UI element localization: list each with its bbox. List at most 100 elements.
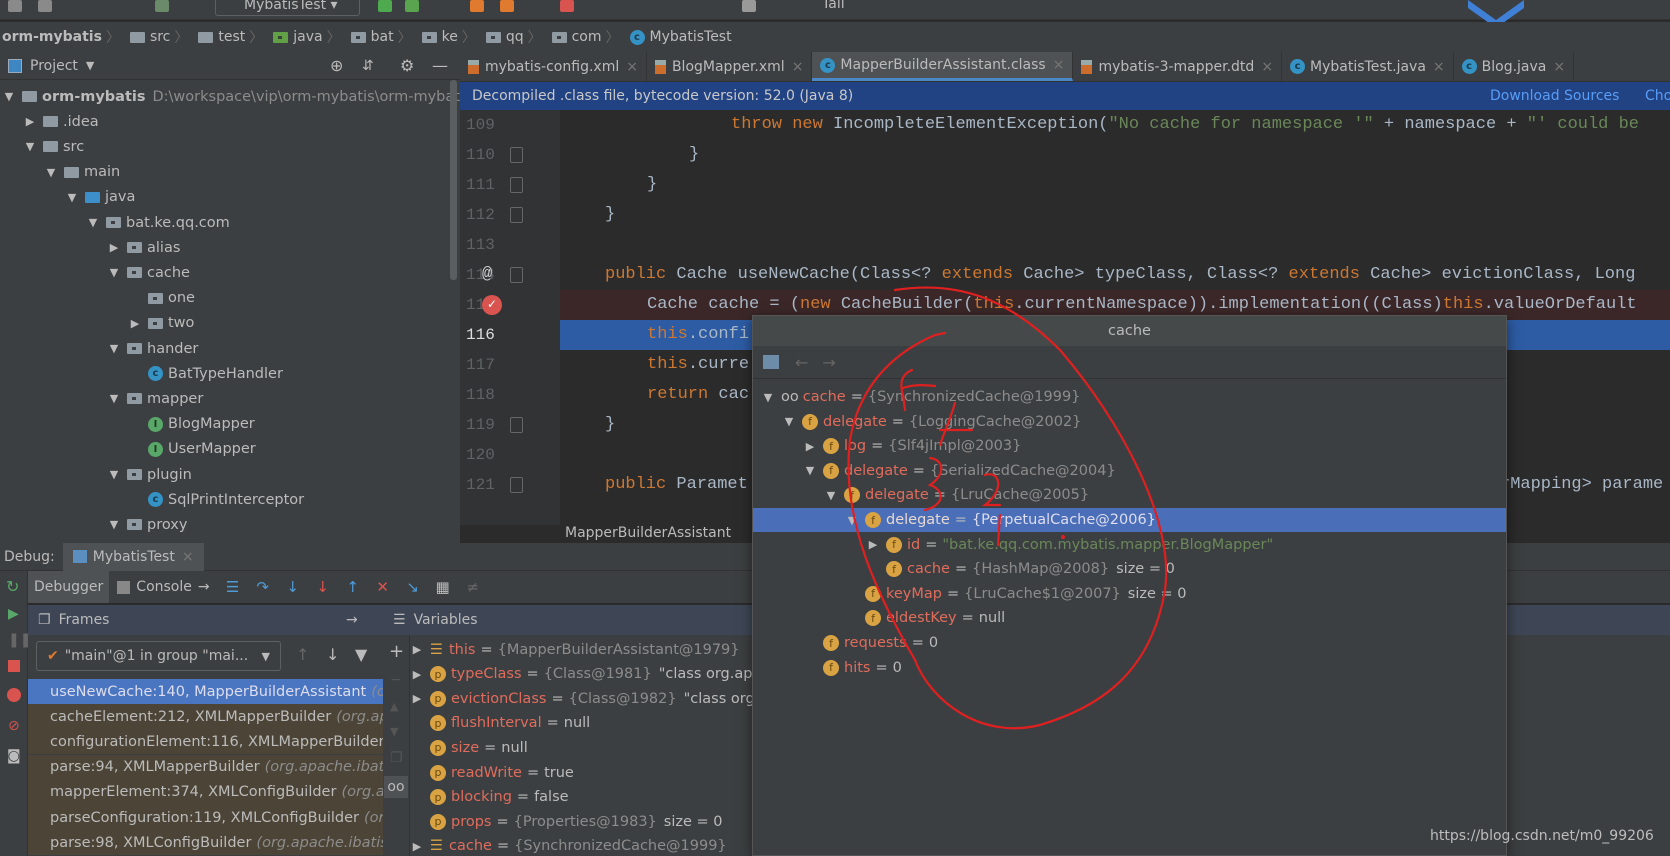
tab-blog-java[interactable]: c Blog.java ×	[1454, 52, 1575, 81]
variable-row[interactable]: p size = null	[410, 735, 528, 760]
minimize-icon[interactable]: —	[432, 56, 448, 75]
variable-row[interactable]: p blocking = false	[410, 785, 569, 810]
close-tab-icon[interactable]: ×	[1261, 59, 1273, 75]
expand-down-icon[interactable]: ▼	[107, 518, 121, 531]
save-icon[interactable]	[8, 0, 22, 12]
pause-icon[interactable]: ❚❚	[8, 632, 31, 648]
expand-down-icon[interactable]: ▼	[107, 266, 121, 279]
expand-right-icon[interactable]: ▶	[410, 840, 424, 853]
debug-icon[interactable]	[405, 0, 419, 12]
variable-row[interactable]: ▶ p evictionClass = {Class@1982} "class org.a…	[410, 686, 777, 711]
locate-icon[interactable]: ⊕	[330, 56, 343, 75]
filter-icon[interactable]: ▼	[355, 645, 367, 664]
variable-row[interactable]: ▶ ☰ this = {MapperBuilderAssistant@1979}	[410, 637, 740, 662]
variable-row[interactable]: ▶ ☰ cache = {SynchronizedCache@1999}	[410, 834, 727, 856]
close-tab-icon[interactable]: ×	[792, 59, 804, 75]
popup-tree-row[interactable]: f keyMap = {LruCache$1@2007} size = 0	[753, 582, 1506, 606]
add-watch-icon[interactable]: +	[389, 641, 404, 662]
expand-down-icon[interactable]: ▼	[65, 191, 79, 204]
stack-frame[interactable]: mapperElement:374, XMLConfigBuilder (org.…	[28, 779, 383, 805]
stack-frame[interactable]: parseConfiguration:119, XMLConfigBuilder…	[28, 805, 383, 830]
tail-label[interactable]: Tail	[822, 0, 845, 12]
fold-icon[interactable]	[510, 477, 523, 493]
breadcrumb-item[interactable]: c MybatisTest	[629, 29, 732, 45]
breadcrumb-item[interactable]: src 〉	[129, 27, 194, 47]
expand-down-icon[interactable]: ▼	[803, 464, 817, 477]
tree-item[interactable]: ▼ plugin	[107, 462, 192, 487]
tree-item[interactable]: ▼ orm-mybatis D:\workspace\vip\orm-mybatis…	[2, 84, 460, 109]
project-title[interactable]: Project	[30, 58, 78, 74]
inspect-icon[interactable]	[763, 355, 779, 369]
expand-right-icon[interactable]: ▶	[23, 115, 37, 128]
stop-icon[interactable]	[560, 0, 574, 12]
tree-scrollbar[interactable]	[450, 80, 457, 280]
thread-selector[interactable]: ✔ "main"@1 in group "mai... ▼	[36, 641, 281, 671]
search-icon[interactable]	[742, 0, 756, 12]
expand-down-icon[interactable]: ▼	[782, 415, 796, 428]
stack-frame[interactable]: parse:98, XMLConfigBuilder (org.apache.ib…	[28, 830, 383, 856]
run-icon[interactable]	[378, 0, 392, 12]
popup-tree-row[interactable]: ▼ oo cache = {SynchronizedCache@1999}	[753, 385, 1506, 409]
frame-down-icon[interactable]: ↓	[326, 645, 339, 664]
build-icon[interactable]	[155, 0, 169, 12]
popup-tree-row[interactable]: f hits = 0	[753, 656, 1506, 680]
pin-icon[interactable]: →	[198, 579, 210, 595]
popup-tree-row[interactable]: ▼ f delegate = {PerpetualCache@2006}	[753, 508, 1506, 532]
resume-icon[interactable]: ▶	[8, 606, 19, 622]
code-line[interactable]: 111}	[460, 170, 1670, 200]
breadcrumb-item[interactable]: test 〉	[198, 27, 269, 47]
show-execution-point-icon[interactable]: ☰	[222, 577, 244, 597]
expand-down-icon[interactable]: ▼	[44, 166, 58, 179]
stack-frame[interactable]: useNewCache:140, MapperBuilderAssistant(…	[28, 679, 383, 704]
tree-item[interactable]: I UserMapper	[128, 437, 256, 462]
tree-item[interactable]: c SqlPrintInterceptor	[128, 487, 304, 512]
stack-frame[interactable]: configurationElement:116, XMLMapperBuild…	[28, 729, 383, 755]
tree-item[interactable]: c BatTypeHandler	[128, 361, 283, 386]
close-tab-icon[interactable]: ×	[1053, 57, 1065, 73]
popup-title[interactable]: cache	[753, 316, 1506, 346]
forward-arrow-icon[interactable]: →	[822, 353, 835, 372]
override-marker-icon[interactable]: @	[482, 260, 492, 290]
variable-row[interactable]: p props = {Properties@1983} size = 0	[410, 809, 723, 834]
variable-row[interactable]: p flushInterval = null	[410, 711, 590, 736]
rerun-icon[interactable]: ↻	[6, 577, 21, 596]
expand-right-icon[interactable]: ▶	[866, 538, 880, 551]
tab-mapperbuilderassistant-class[interactable]: c MapperBuilderAssistant.class ×	[812, 52, 1074, 81]
fold-icon[interactable]	[510, 177, 523, 193]
tree-item[interactable]: one	[128, 286, 195, 311]
expand-down-icon[interactable]: ▼	[2, 90, 16, 103]
tab-mybatis-config-xml[interactable]: mybatis-config.xml ×	[460, 52, 647, 81]
editor-breadcrumb-item[interactable]: MapperBuilderAssistant	[565, 525, 731, 541]
watches-toggle-icon[interactable]: oo	[384, 776, 408, 798]
evaluate-expression-icon[interactable]: ▦	[432, 577, 454, 597]
download-sources-link[interactable]: Download Sources	[1490, 88, 1619, 104]
coverage-icon[interactable]	[470, 0, 484, 12]
stack-frame[interactable]: cacheElement:212, XMLMapperBuilder (org.a…	[28, 704, 383, 730]
tree-item[interactable]: I BlogMapper	[128, 412, 255, 437]
gear-icon[interactable]: ⚙	[400, 56, 414, 75]
tab-debugger[interactable]: Debugger	[28, 571, 110, 603]
breadcrumb-item[interactable]: java 〉	[273, 27, 346, 47]
tab-mybatis-3-mapper-dtd[interactable]: mybatis-3-mapper.dtd ×	[1073, 52, 1283, 81]
back-arrow-icon[interactable]: ←	[795, 353, 808, 372]
move-up-icon[interactable]: ▲	[390, 700, 402, 713]
sync-icon[interactable]	[38, 0, 52, 12]
expand-down-icon[interactable]: ▼	[845, 514, 859, 527]
tab-mybatistest-java[interactable]: c MybatisTest.java ×	[1282, 52, 1454, 81]
step-over-icon[interactable]: ↷	[252, 577, 274, 597]
tree-item[interactable]: ▼ java	[65, 185, 136, 210]
tree-item[interactable]: ▶ two	[128, 311, 195, 336]
frame-up-icon[interactable]: ↑	[296, 645, 309, 664]
stop-debug-icon[interactable]	[8, 660, 20, 672]
step-into-icon[interactable]: ↓	[282, 577, 304, 597]
code-line[interactable]: 114 @ public Cache useNewCache(Class<? ext…	[460, 260, 1670, 290]
trace-icon[interactable]: ≠	[462, 577, 484, 597]
popup-tree-row[interactable]: ▶ f id = "bat.ke.qq.com.mybatis.mapper.BlogM…	[753, 533, 1506, 557]
expand-down-icon[interactable]: ▼	[107, 342, 121, 355]
breadcrumb-item[interactable]: bat 〉	[350, 27, 418, 47]
fold-icon[interactable]	[510, 147, 523, 163]
choose-sources-link[interactable]: Cho	[1645, 88, 1670, 104]
expand-right-icon[interactable]: ▶	[410, 668, 424, 681]
breadcrumb-item[interactable]: qq 〉	[485, 27, 548, 47]
mute-breakpoints-icon[interactable]: ⊘	[8, 718, 20, 734]
